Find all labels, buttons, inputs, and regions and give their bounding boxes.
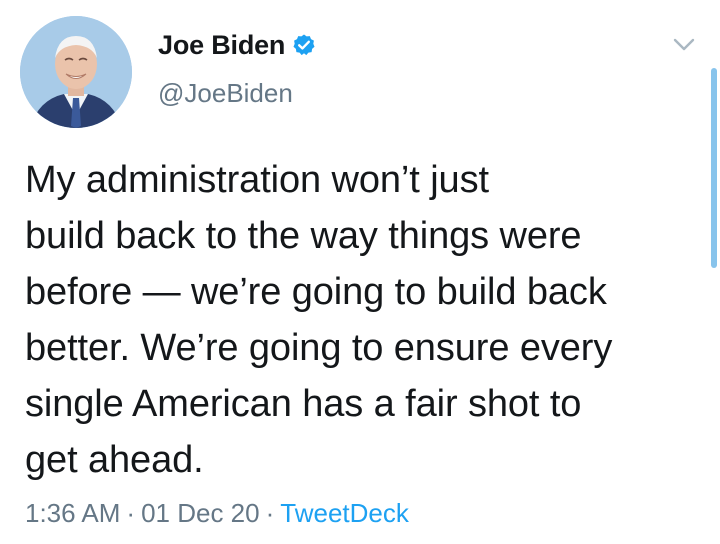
- display-name[interactable]: Joe Biden: [158, 30, 285, 61]
- handle[interactable]: @JoeBiden: [158, 78, 293, 109]
- tweet-card: Joe Biden @JoeBiden My administration wo…: [0, 0, 720, 544]
- tweet-date[interactable]: 01 Dec 20: [141, 498, 260, 528]
- chevron-down-icon[interactable]: [672, 34, 696, 54]
- tweet-meta: 1:36 AM · 01 Dec 20 · TweetDeck: [25, 498, 409, 529]
- scrollbar[interactable]: [711, 68, 717, 268]
- meta-separator: ·: [265, 498, 275, 528]
- avatar-image: [20, 16, 132, 128]
- tweet-text: My administration won’t just build back …: [25, 159, 613, 481]
- verified-badge-icon: [292, 33, 316, 57]
- avatar[interactable]: [20, 16, 132, 128]
- meta-separator: ·: [126, 498, 136, 528]
- author-name-row: Joe Biden: [158, 28, 316, 62]
- tweet-source-link[interactable]: TweetDeck: [280, 498, 409, 528]
- tweet-time[interactable]: 1:36 AM: [25, 498, 120, 528]
